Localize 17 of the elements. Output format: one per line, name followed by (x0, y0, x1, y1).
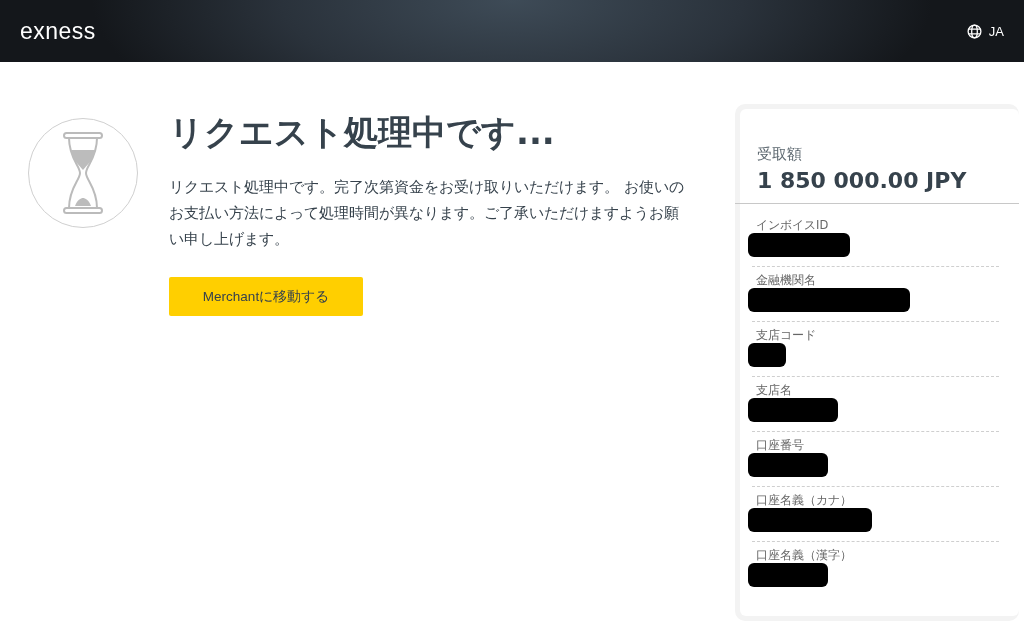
field-label: 支店名 (756, 383, 792, 397)
field-label: 口座番号 (756, 438, 804, 452)
field-label: インボイスID (756, 218, 829, 232)
hourglass-icon (63, 132, 103, 214)
globe-icon (966, 23, 982, 39)
field-label: 支店コード (756, 328, 816, 342)
status-message: リクエスト処理中です。完了次第資金をお受け取りいただけます。 お使いのお支払い方法によって処理時間が異なります。ご了承いただけますようお願い申し上げます。 (169, 178, 685, 249)
amount-value: 1 850 000.00 JPY (756, 167, 968, 193)
amount-label: 受取額 (756, 145, 803, 164)
language-button[interactable]: JA (966, 23, 1004, 39)
logo: exness (20, 17, 96, 45)
page-title: リクエスト処理中です... (169, 111, 555, 154)
field-label: 口座名義（カナ） (756, 493, 852, 507)
field-label: 口座名義（漢字） (756, 548, 852, 562)
merchant-button[interactable]: Merchantに移動する (169, 277, 363, 316)
field-label: 金融機関名 (756, 273, 816, 287)
redaction-mark (748, 343, 786, 367)
